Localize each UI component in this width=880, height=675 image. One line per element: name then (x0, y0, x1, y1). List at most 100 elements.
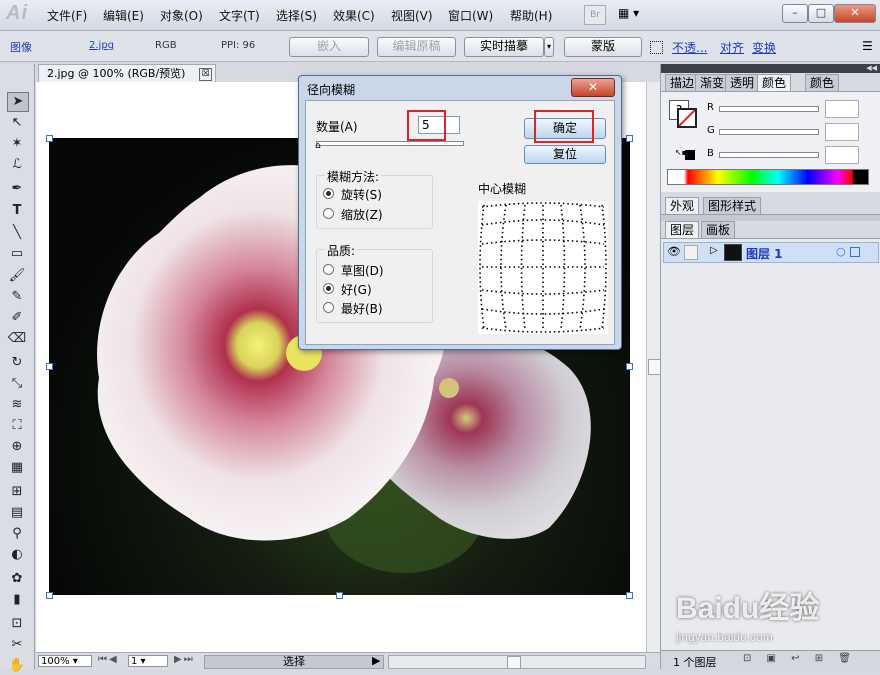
page-nav-prev-icon[interactable]: ⏮◀ (98, 654, 119, 665)
minimize-button[interactable]: – (782, 4, 808, 23)
g-value-field[interactable] (825, 123, 859, 141)
g-slider[interactable] (719, 129, 819, 135)
menu-view[interactable]: 视图(V) (391, 7, 433, 24)
free-transform-tool-icon[interactable]: ⛶ (7, 417, 27, 435)
selection-handle[interactable] (46, 363, 53, 370)
scale-tool-icon[interactable]: ⤡ (7, 375, 27, 393)
layer-row[interactable]: 👁 ▷ 图层 1 ○ (663, 242, 879, 263)
radio-spin[interactable] (323, 188, 334, 199)
selection-indicator[interactable] (850, 247, 860, 257)
tab-gradient[interactable]: 渐变 (695, 74, 730, 91)
window-close-button[interactable]: ✕ (834, 4, 876, 23)
radio-zoom[interactable] (323, 208, 334, 219)
menu-select[interactable]: 选择(S) (276, 7, 317, 24)
tab-graphic-styles[interactable]: 图形样式 (703, 197, 762, 214)
transform-link[interactable]: 变换 (752, 39, 776, 56)
tab-color-guide[interactable]: 颜色 (805, 74, 840, 91)
pen-tool-icon[interactable]: ✒ (7, 180, 27, 198)
radio-spin-label[interactable]: 旋转(S) (341, 186, 382, 203)
filename-link[interactable]: 2.jpg (89, 40, 114, 51)
blend-tool-icon[interactable]: ◐ (7, 546, 27, 564)
symbol-sprayer-tool-icon[interactable]: ✿ (7, 570, 27, 588)
menu-type[interactable]: 文字(T) (219, 7, 260, 24)
edit-original-button[interactable]: 编辑原稿 (377, 37, 456, 57)
artboard-tool-icon[interactable]: ⊡ (7, 615, 27, 633)
blob-brush-tool-icon[interactable]: ✐ (7, 309, 27, 327)
shape-builder-tool-icon[interactable]: ⊕ (7, 438, 27, 456)
tab-color[interactable]: 颜色 (757, 74, 792, 91)
b-value-field[interactable] (825, 146, 859, 164)
dialog-close-button[interactable]: ✕ (571, 78, 615, 97)
menu-window[interactable]: 窗口(W) (448, 7, 493, 24)
scrollbar-thumb[interactable] (507, 656, 521, 669)
page-nav-next-icon[interactable]: ▶⏭ (174, 654, 195, 665)
radio-best-label[interactable]: 最好(B) (341, 300, 383, 317)
tab-transparency[interactable]: 透明 (725, 74, 760, 91)
status-tool-display[interactable]: 选择 (204, 655, 384, 669)
expand-arrow-icon[interactable]: ▷ (710, 245, 718, 256)
reset-button[interactable]: 复位 (524, 145, 606, 164)
radio-good[interactable] (323, 283, 334, 294)
page-select[interactable]: 1 ▾ (128, 655, 168, 667)
column-graph-tool-icon[interactable]: ▮ (7, 591, 27, 609)
radio-draft[interactable] (323, 264, 334, 275)
menu-file[interactable]: 文件(F) (47, 7, 87, 24)
perspective-grid-tool-icon[interactable]: ▦ (7, 459, 27, 477)
amount-slider[interactable] (316, 141, 464, 146)
menu-effect[interactable]: 效果(C) (333, 7, 375, 24)
gradient-tool-icon[interactable]: ▤ (7, 504, 27, 522)
eraser-tool-icon[interactable]: ⌫ (7, 330, 27, 348)
paintbrush-tool-icon[interactable]: 🖌 (7, 267, 27, 285)
menu-help[interactable]: 帮助(H) (510, 7, 552, 24)
blur-center-preview[interactable] (478, 201, 608, 334)
document-tab[interactable]: 2.jpg @ 100% (RGB/预览) ☒ (38, 64, 216, 82)
slider-handle-icon[interactable]: ⌂ (315, 141, 321, 151)
live-trace-button[interactable]: 实时描摹 (464, 37, 544, 57)
mask-button[interactable]: 蒙版 (564, 37, 642, 57)
status-menu-arrow-icon[interactable]: ▶ (372, 654, 380, 667)
selection-handle[interactable] (626, 363, 633, 370)
workspace-switcher-icon[interactable]: ▦ ▾ (618, 6, 648, 22)
horizontal-scrollbar[interactable] (388, 655, 646, 669)
layer-name[interactable]: 图层 1 (746, 245, 783, 262)
radio-best[interactable] (323, 302, 334, 313)
zoom-select[interactable]: 100% ▾ (38, 655, 92, 667)
warp-tool-icon[interactable]: ≋ (7, 396, 27, 414)
b-slider[interactable] (719, 152, 819, 158)
crop-icon[interactable] (650, 41, 663, 54)
r-value-field[interactable] (825, 100, 859, 118)
hand-tool-icon[interactable]: ✋ (7, 657, 27, 673)
selection-handle[interactable] (626, 592, 633, 599)
r-slider[interactable] (719, 106, 819, 112)
close-icon[interactable]: ☒ (199, 68, 212, 81)
type-tool-icon[interactable]: T (7, 202, 27, 220)
radio-good-label[interactable]: 好(G) (341, 281, 372, 298)
tab-layers[interactable]: 图层 (665, 221, 700, 238)
stroke-swatch-icon[interactable] (677, 108, 697, 128)
slice-tool-icon[interactable]: ✂ (7, 636, 27, 654)
layer-actions-icon[interactable]: ⊡ ▣ ↩ ⊞ 🗑 (743, 653, 857, 664)
menu-edit[interactable]: 编辑(E) (103, 7, 144, 24)
black-swatch[interactable] (685, 150, 695, 160)
color-spectrum[interactable] (667, 169, 869, 185)
selection-handle[interactable] (626, 135, 633, 142)
tab-appearance[interactable]: 外观 (665, 197, 700, 214)
eyedropper-tool-icon[interactable]: ⚲ (7, 525, 27, 543)
line-tool-icon[interactable]: ╲ (7, 224, 27, 242)
vertical-scrollbar[interactable] (646, 82, 661, 652)
magic-wand-tool-icon[interactable]: ✶ (7, 135, 27, 153)
opacity-link[interactable]: 不透... (672, 39, 707, 56)
maximize-button[interactable]: □ (808, 4, 834, 23)
lock-toggle[interactable] (684, 245, 698, 260)
eye-icon[interactable]: 👁 (667, 245, 681, 258)
embed-button[interactable]: 嵌入 (289, 37, 369, 57)
pencil-tool-icon[interactable]: ✎ (7, 288, 27, 306)
mesh-tool-icon[interactable]: ⊞ (7, 483, 27, 501)
rectangle-tool-icon[interactable]: ▭ (7, 245, 27, 263)
control-menu-icon[interactable]: ☰ (862, 39, 873, 53)
panel-collapse-icon[interactable]: ◀◀ (661, 64, 880, 73)
radio-zoom-label[interactable]: 缩放(Z) (341, 206, 383, 223)
lasso-tool-icon[interactable]: ℒ (7, 156, 27, 174)
align-link[interactable]: 对齐 (720, 39, 744, 56)
tab-artboards[interactable]: 画板 (701, 221, 736, 238)
